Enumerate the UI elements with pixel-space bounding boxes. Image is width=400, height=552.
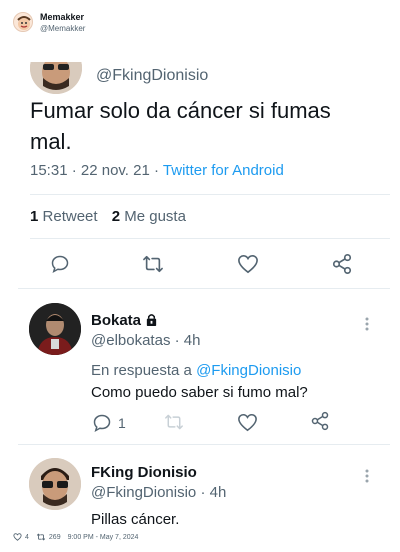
retweet-label: Retweet	[42, 208, 98, 225]
reply1-meta: @elbokatas · 4h	[91, 332, 200, 349]
footer-likes: 4	[25, 533, 29, 541]
retweet-icon[interactable]	[36, 533, 46, 541]
footer-bar: 4 269 9:00 PM - May 7, 2024	[13, 533, 138, 541]
reply1-reply-context: En respuesta a @FkingDionisio	[91, 362, 301, 379]
engagement-row: 1 Retweet 2 Me gusta	[30, 208, 186, 225]
more-options-icon[interactable]	[364, 468, 370, 484]
reply2-meta: @FkingDionisio · 4h	[91, 484, 226, 501]
divider	[30, 238, 390, 239]
reply2-avatar[interactable]	[29, 458, 81, 510]
like-icon[interactable]	[237, 254, 259, 274]
divider	[30, 194, 390, 195]
bokata-avatar[interactable]	[29, 303, 81, 355]
lock-icon	[145, 313, 158, 326]
share-icon[interactable]	[310, 411, 330, 431]
likes-stat[interactable]: 2 Me gusta	[112, 208, 186, 225]
reply-icon[interactable]	[92, 413, 112, 433]
reply-to-link[interactable]: @FkingDionisio	[196, 362, 301, 379]
memakker-avatar[interactable]	[13, 12, 33, 32]
main-tweet-time[interactable]: 15:31	[30, 162, 68, 179]
footer-retweets: 269	[48, 533, 61, 541]
main-tweet-date[interactable]: · 22 nov. 21 ·	[72, 162, 159, 179]
divider	[18, 444, 390, 445]
reply1-time[interactable]: · 4h	[175, 332, 201, 349]
reply1-text: Como puedo saber si fumo mal?	[91, 384, 308, 401]
reply1-handle[interactable]: @elbokatas	[91, 332, 170, 349]
divider	[18, 288, 390, 289]
main-tweet-text-line1: Fumar solo da cáncer si fumas	[30, 98, 331, 123]
main-tweet-handle[interactable]: @FkingDionisio	[96, 67, 208, 85]
like-label: Me gusta	[124, 208, 186, 225]
main-tweet-text-line2: mal.	[30, 129, 72, 154]
reply2-name[interactable]: FKing Dionisio	[91, 464, 197, 481]
more-options-icon[interactable]	[364, 316, 370, 332]
reply-icon[interactable]	[50, 254, 70, 274]
retweet-icon	[164, 413, 184, 431]
reply-prefix: En respuesta a	[91, 362, 192, 379]
reply2-text: Pillas cáncer.	[91, 511, 180, 528]
reply1-name[interactable]: Bokata	[91, 312, 141, 329]
account-name[interactable]: Memakker	[40, 12, 84, 22]
reply2-time[interactable]: · 4h	[200, 484, 226, 501]
reply2-handle[interactable]: @FkingDionisio	[91, 484, 196, 501]
account-handle[interactable]: @Memakker	[40, 24, 85, 33]
heart-icon[interactable]	[13, 533, 22, 541]
share-icon[interactable]	[331, 253, 353, 275]
footer-timestamp[interactable]: 9:00 PM - May 7, 2024	[68, 534, 139, 541]
like-icon[interactable]	[237, 413, 258, 432]
reply1-name-row: Bokata	[91, 312, 158, 329]
retweets-stat[interactable]: 1 Retweet	[30, 208, 102, 225]
retweet-icon[interactable]	[142, 254, 164, 274]
main-tweet-source[interactable]: Twitter for Android	[163, 162, 284, 179]
fkingdionisio-avatar[interactable]	[30, 62, 82, 94]
like-count: 2	[111, 208, 121, 225]
retweet-count: 1	[30, 208, 39, 225]
reply1-reply-count: 1	[118, 415, 126, 431]
main-tweet-meta: 15:31 · 22 nov. 21 · Twitter for Android	[30, 162, 284, 179]
